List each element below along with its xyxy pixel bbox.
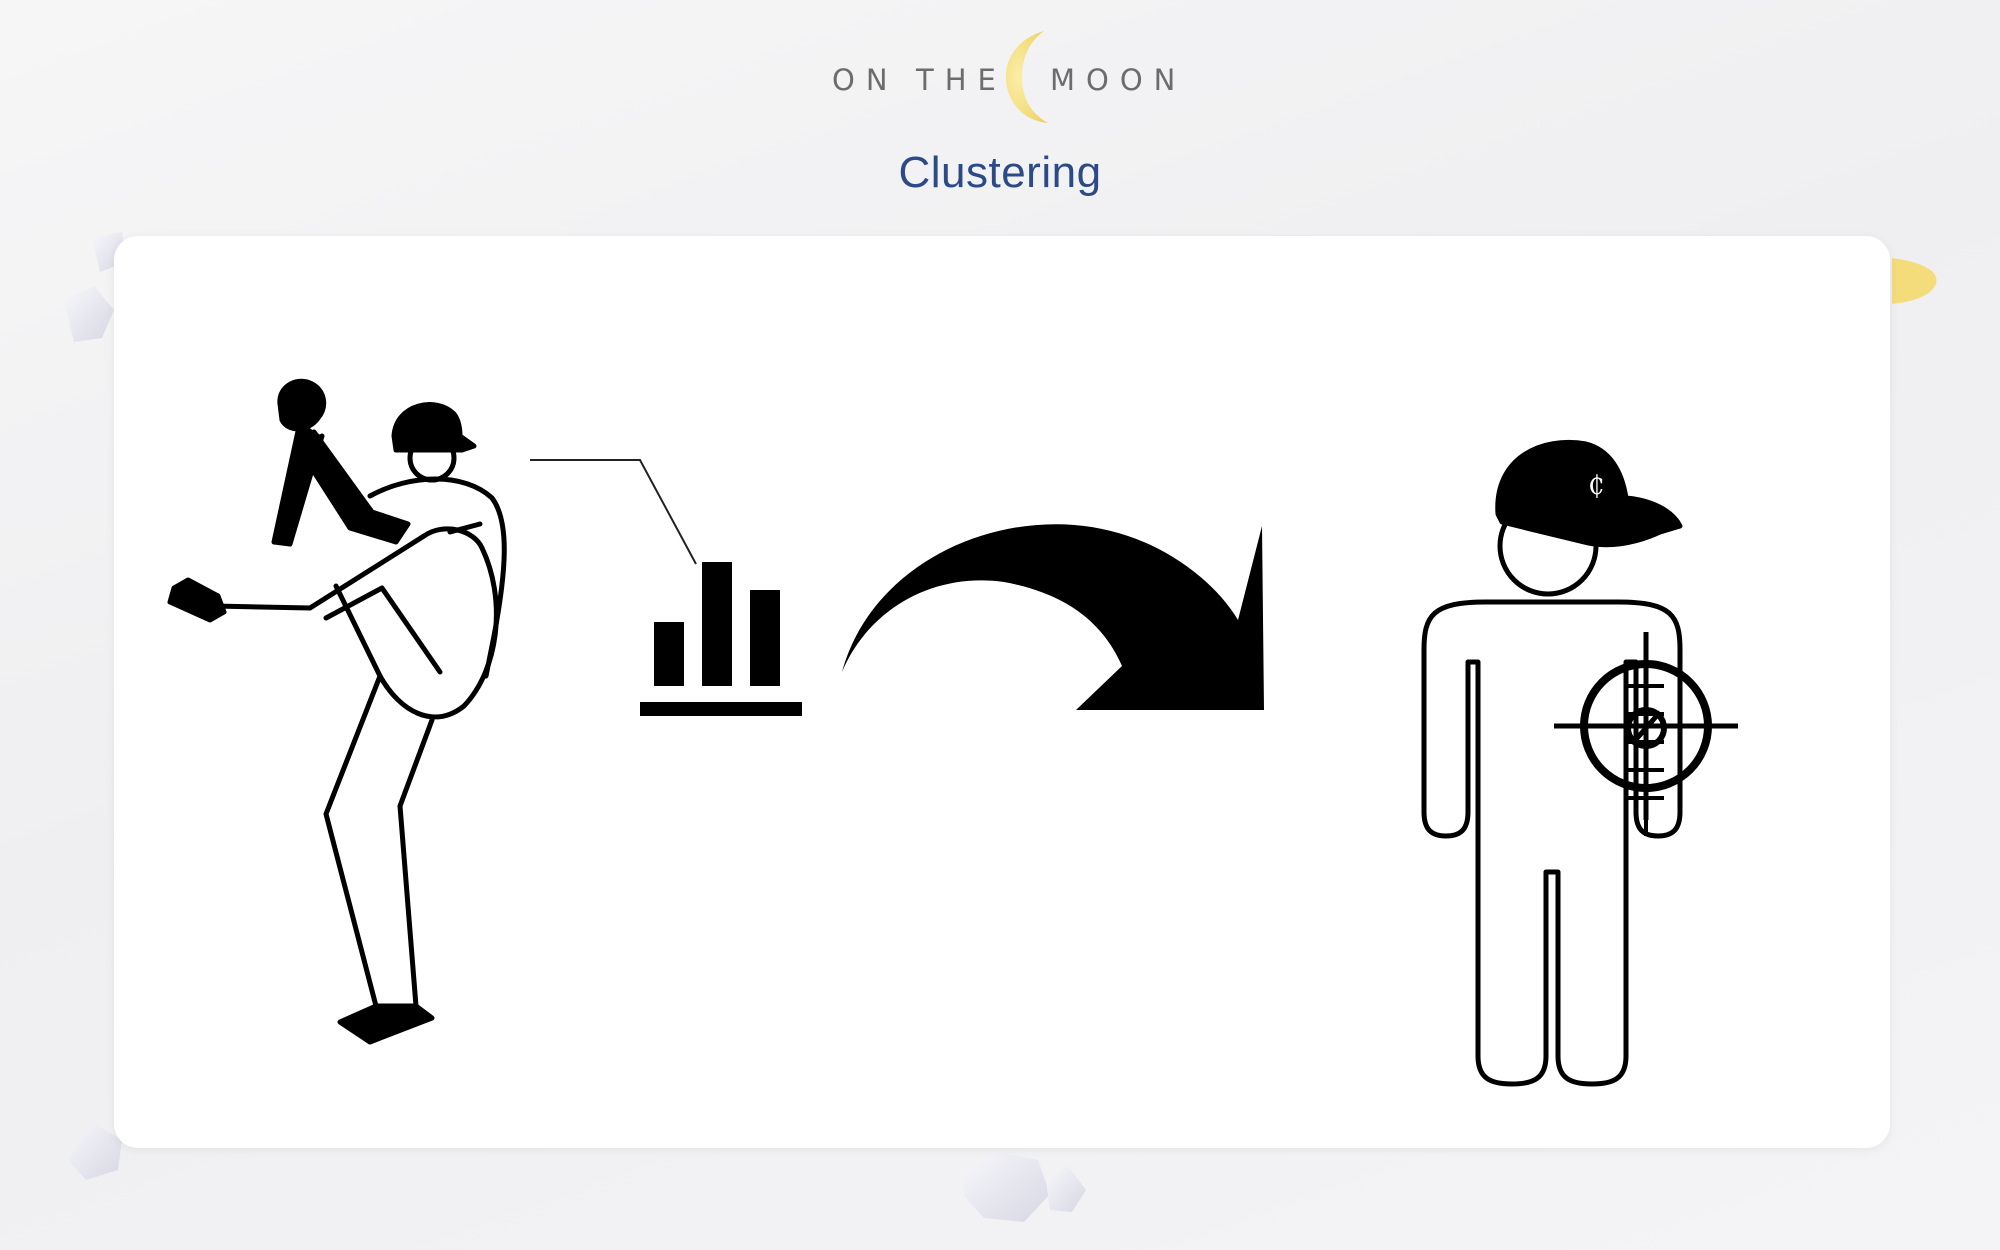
logo-word-the: THE — [916, 63, 1007, 97]
on-the-moon-logo: ON THE MOON — [820, 25, 1180, 135]
bar-chart-icon-bar-left — [654, 622, 684, 686]
logo-word-on: ON — [832, 63, 899, 97]
curved-arrow-icon — [842, 524, 1264, 710]
connector-line — [530, 459, 697, 565]
moon-slice-right — [1892, 258, 1937, 304]
target-player-icon: ₵ — [1421, 439, 1738, 1087]
clustering-figure: ₵ — [167, 378, 1738, 1087]
crescent-moon-icon — [1005, 31, 1048, 123]
bar-chart-icon — [640, 562, 802, 716]
figure-card: ₵ — [114, 236, 1890, 1148]
bar-chart-icon-bar-middle — [702, 562, 732, 686]
baseball-pitcher-icon — [167, 378, 507, 1045]
logo-word-moon: MOON — [1050, 63, 1187, 97]
bar-chart-icon-bar-right — [750, 590, 780, 686]
bar-chart-icon-base — [640, 702, 802, 716]
cap-logo: ₵ — [1588, 471, 1605, 501]
page-title: Clustering — [898, 148, 1102, 197]
crystal-bottom-center — [962, 1152, 1086, 1222]
